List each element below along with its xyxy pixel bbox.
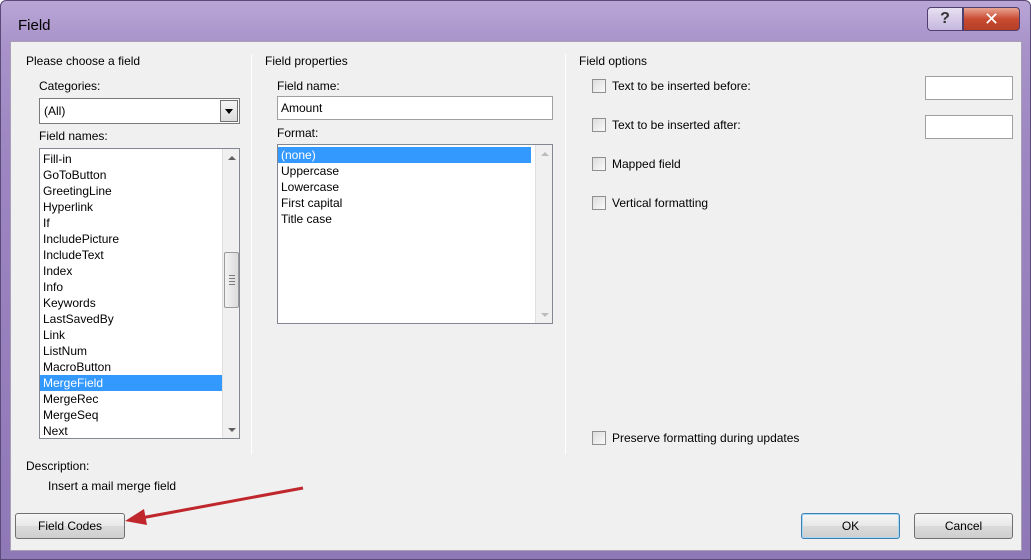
field-dialog-window: Field ? ✕ Please choose a field Categori… — [0, 0, 1031, 560]
annotation-arrow-icon — [125, 486, 304, 525]
